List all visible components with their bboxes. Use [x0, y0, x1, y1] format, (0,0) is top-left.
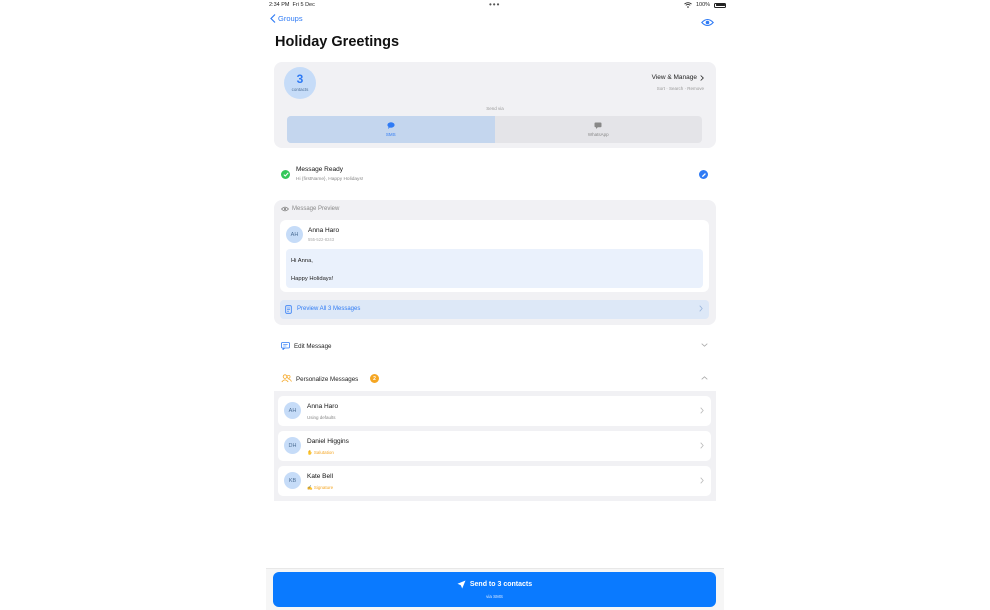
personalize-messages-label: Personalize Messages [296, 376, 359, 383]
chevron-right-icon [699, 305, 703, 312]
document-icon [285, 305, 292, 314]
contact-count: 3 [296, 72, 304, 86]
preview-contact-phone: 555-522-8243 [308, 237, 335, 242]
message-ready-title: Message Ready [296, 166, 343, 173]
contact-name: Kate Bell [307, 473, 334, 480]
status-right: 100% [684, 2, 727, 8]
battery-icon [714, 2, 727, 8]
eye-icon [701, 18, 714, 27]
edit-message-label: Edit Message [294, 343, 332, 350]
avatar: AH [286, 226, 303, 243]
wifi-icon [684, 2, 692, 8]
message-bubble-icon [387, 122, 395, 129]
edit-message-row[interactable]: Edit Message [274, 338, 716, 356]
status-time: 2:34 PM Fri 5 Dec [269, 2, 315, 8]
preview-eye-button[interactable] [701, 14, 714, 32]
chevron-up-icon [701, 376, 708, 380]
bottom-action-bar: Send to 3 contacts via SMS [266, 568, 724, 610]
people-icon [281, 374, 292, 383]
contact-status: ✋ Salutation [307, 450, 334, 455]
edit-message-pencil-button[interactable] [699, 170, 708, 179]
chat-square-icon [594, 122, 602, 129]
status-bar: 2:34 PM Fri 5 Dec ••• 100% [0, 0, 990, 12]
page-title: Holiday Greetings [275, 34, 400, 50]
message-preview-header: Message Preview [281, 206, 339, 212]
message-preview-card: Message Preview AH Anna Haro 555-522-824… [274, 200, 716, 325]
message-preview-title: Message Preview [292, 206, 340, 212]
chevron-right-icon [700, 74, 704, 81]
preview-line-greeting: Hi Anna, [291, 258, 313, 264]
chevron-down-icon [701, 343, 708, 347]
preview-message-bubble: Hi Anna, Happy Holidays! [286, 249, 703, 288]
preview-contact-name: Anna Haro [308, 227, 340, 234]
contact-status: Using defaults [307, 415, 336, 420]
contact-row-anna-haro[interactable]: AH Anna Haro Using defaults [278, 396, 711, 426]
contact-status: ✍ Signature [307, 485, 334, 490]
avatar: DH [284, 437, 301, 454]
channel-option-sms[interactable]: SMS [287, 116, 495, 143]
channel-segmented-control: SMS WhatsApp [287, 116, 702, 143]
contact-row-daniel-higgins[interactable]: DH Daniel Higgins ✋ Salutation [278, 431, 711, 461]
avatar: AH [284, 402, 301, 419]
personalized-count-badge: 2 [370, 374, 379, 383]
back-button[interactable]: Groups [270, 14, 303, 23]
preview-line-body: Happy Holidays! [291, 276, 334, 282]
eye-icon [281, 206, 289, 212]
view-manage-button[interactable]: View & Manage Sort · Search · Remove [652, 74, 704, 91]
chevron-left-icon [270, 14, 276, 23]
checkmark-icon [281, 170, 290, 179]
send-button-subtitle: via SMS [486, 594, 503, 599]
contact-name: Anna Haro [307, 403, 339, 410]
contact-row-kate-bell[interactable]: KB Kate Bell ✍ Signature [278, 466, 711, 496]
chat-edit-icon [281, 342, 290, 350]
avatar: KB [284, 472, 301, 489]
chevron-right-icon [700, 442, 704, 449]
battery-percent: 100% [696, 2, 711, 8]
recipients-card: 3 contacts View & Manage Sort · Search ·… [274, 62, 716, 148]
multitask-dots-icon[interactable]: ••• [489, 0, 500, 9]
chevron-right-icon [700, 477, 704, 484]
contact-count-label: contacts [291, 87, 309, 92]
channel-sms-label: SMS [385, 132, 396, 137]
view-manage-label: View & Manage [651, 74, 697, 81]
back-label: Groups [278, 14, 303, 23]
personalize-contact-list: AH Anna Haro Using defaults DH Daniel Hi… [274, 391, 716, 501]
view-manage-subtitle: Sort · Search · Remove [656, 86, 704, 91]
preview-all-label: Preview All 3 Messages [297, 306, 361, 312]
message-ready-subtitle: Hi {firstName}, Happy Holidays! [296, 177, 364, 182]
channel-whatsapp-label: WhatsApp [587, 132, 609, 137]
message-ready-row: Message Ready Hi {firstName}, Happy Holi… [274, 162, 716, 190]
pencil-icon [701, 172, 706, 177]
navigation-bar: Groups [270, 14, 718, 27]
contact-count-badge: 3 contacts [284, 67, 316, 99]
hand-wave-icon: ✋ [307, 450, 313, 455]
contact-name: Daniel Higgins [307, 438, 349, 445]
channel-option-whatsapp[interactable]: WhatsApp [495, 116, 703, 143]
send-via-label: Send via [486, 106, 504, 111]
preview-message-card: AH Anna Haro 555-522-8243 Hi Anna, Happy… [280, 220, 709, 292]
chevron-right-icon [700, 407, 704, 414]
personalize-messages-row[interactable]: Personalize Messages 2 [274, 371, 716, 389]
send-button[interactable]: Send to 3 contacts via SMS [273, 572, 716, 607]
signature-icon: ✍ [307, 485, 313, 490]
paper-plane-icon [457, 580, 466, 589]
preview-all-messages-button[interactable]: Preview All 3 Messages [280, 300, 709, 319]
send-button-label: Send to 3 contacts [469, 581, 533, 588]
